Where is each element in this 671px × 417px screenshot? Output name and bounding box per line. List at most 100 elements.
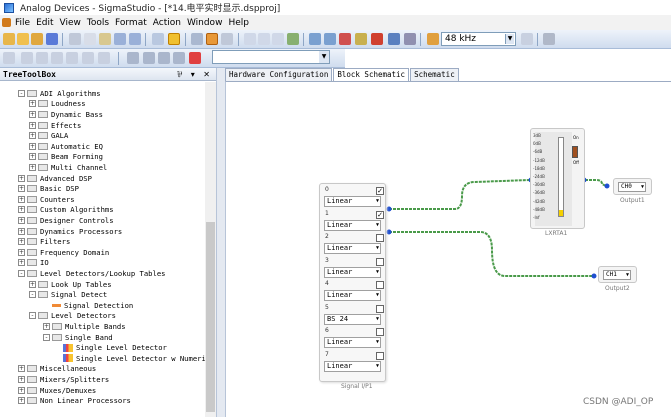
menu-format[interactable]: Format [115,18,147,28]
expand-icon[interactable]: + [29,142,36,150]
copy-icon[interactable] [84,33,96,45]
new-project-icon[interactable] [3,33,15,45]
align-top-icon[interactable] [66,52,78,64]
tree-item[interactable]: - Signal Detect [29,289,107,300]
download-icon[interactable] [339,33,351,45]
format-icon[interactable] [3,52,15,64]
menu-window[interactable]: Window [187,18,223,28]
tree-item[interactable]: + Filters [18,236,70,247]
level-meter-block[interactable]: On Off 3dB 0dB -6dB -12dB -18dB -24dB -30dB -36… [530,128,585,229]
chevron-down-icon[interactable]: ▼ [376,197,379,206]
expand-icon[interactable]: + [29,132,36,140]
channel-enable-checkbox[interactable] [376,234,384,242]
channel-mode-select[interactable]: Linear ▼ [324,196,381,207]
align-icon[interactable] [244,33,256,45]
compile-icon[interactable] [324,33,336,45]
paste-icon[interactable] [99,33,111,45]
menu-view[interactable]: View [60,18,81,28]
channel-mode-select[interactable]: Linear ▼ [324,290,381,301]
chevron-down-icon[interactable]: ▼ [376,221,379,230]
document-icon[interactable] [2,18,11,27]
channel-mode-select[interactable]: Linear ▼ [324,266,381,278]
tree-item[interactable]: Signal Detection [43,300,133,311]
expand-icon[interactable]: + [18,185,25,193]
align-right-icon[interactable] [51,52,63,64]
tree-item[interactable]: + Mixers/Splitters [18,374,109,385]
tree-item[interactable]: + Multi Channel [29,162,107,173]
align-left-icon[interactable] [21,52,33,64]
tree-item[interactable]: + Muxes/Demuxes [18,385,96,396]
tree-item[interactable]: + Advanced DSP [18,173,92,184]
tree-item[interactable]: + Effects [29,120,81,131]
collapse-icon[interactable]: - [43,333,50,341]
output1-channel-select[interactable]: CH0 ▼ [618,182,646,192]
menu-tools[interactable]: Tools [87,18,109,28]
tree-item[interactable]: + Frequency Domain [18,247,109,258]
expand-icon[interactable]: + [18,238,25,246]
channel-mode-select[interactable]: BS 24 ▼ [324,313,381,325]
chevron-down-icon[interactable]: ▼ [641,183,644,191]
tree-item[interactable]: + Basic DSP [18,183,79,194]
chevron-down-icon[interactable]: ▼ [376,338,379,347]
tree-item[interactable]: + Non Linear Processors [18,395,131,406]
tree-item[interactable]: Single Level Detector w Numerica [54,353,214,364]
expand-icon[interactable]: + [18,195,25,203]
menu-edit[interactable]: Edit [36,18,53,28]
probe-icon[interactable] [404,33,416,45]
collapse-icon[interactable]: - [29,312,36,320]
view-mode-icon[interactable] [206,33,218,45]
align-center-icon[interactable] [36,52,48,64]
scrollbar-thumb[interactable] [206,222,215,412]
tab-hardware-configuration[interactable]: Hardware Configuration [225,68,333,81]
chevron-down-icon[interactable]: ▼ [505,34,514,44]
align-middle-icon[interactable] [82,52,94,64]
chevron-down-icon[interactable]: ▼ [626,271,629,279]
same-size-icon[interactable] [158,52,170,64]
channel-enable-checkbox[interactable] [376,257,384,266]
chevron-down-icon[interactable]: ▼ [376,268,379,277]
chevron-down-icon[interactable]: ▼ [376,315,379,324]
channel-mode-select[interactable]: Linear ▼ [324,337,381,348]
tree-item[interactable]: + Loudness [29,99,86,110]
export-icon[interactable] [355,33,367,45]
open-folder-icon[interactable] [31,33,43,45]
channel-enable-checkbox[interactable]: ✓ [376,187,384,195]
output2-block[interactable]: CH1 ▼ [598,266,637,283]
add-icon[interactable] [189,52,201,64]
cut-icon[interactable] [69,33,81,45]
stop-icon[interactable] [371,33,383,45]
align-bottom-icon[interactable] [98,52,110,64]
chevron-down-icon[interactable]: ▼ [376,362,379,371]
expand-icon[interactable]: + [18,216,25,224]
channel-enable-checkbox[interactable]: ✓ [376,210,384,219]
channel-mode-select[interactable]: Linear ▼ [324,360,381,372]
spacing-icon[interactable] [173,52,185,64]
align-2-icon[interactable] [258,33,270,45]
signal-input-block[interactable]: 0 ✓ Linear ▼ 1 ✓ Linear ▼ 2 Linear ▼ 3 Linear ▼ 4 Linea… [319,183,386,382]
tree-item[interactable]: + Look Up Tables [29,279,112,290]
channel-enable-checkbox[interactable] [376,328,384,336]
tree-item[interactable]: + Designer Controls [18,215,114,226]
tree-item[interactable]: - Level Detectors/Lookup Tables [18,268,166,279]
settings-icon[interactable] [521,33,533,45]
collapse-icon[interactable]: - [18,269,25,277]
tree-item[interactable]: + Miscellaneous [18,364,96,375]
panel-controls[interactable]: ⅌ ▾ ✕ [177,69,213,80]
chevron-down-icon[interactable]: ▼ [376,291,379,300]
same-width-icon[interactable] [127,52,139,64]
chevron-down-icon[interactable]: ▼ [376,244,379,253]
collapse-icon[interactable]: - [18,89,25,97]
expand-icon[interactable]: + [18,259,25,267]
toolbox-scrollbar[interactable] [205,82,216,417]
expand-icon[interactable]: + [18,227,25,235]
channel-enable-checkbox[interactable] [376,351,384,360]
expand-icon[interactable]: + [18,375,25,383]
link-compile-icon[interactable] [309,33,321,45]
expand-icon[interactable]: + [18,248,25,256]
tree-item[interactable]: + Automatic EQ [29,141,103,152]
tree-item[interactable]: Single Level Detector [54,342,167,353]
expand-icon[interactable]: + [29,121,36,129]
schematic-canvas[interactable] [225,81,671,417]
collapse-icon[interactable]: - [29,291,36,299]
pointer-icon[interactable] [168,33,180,45]
